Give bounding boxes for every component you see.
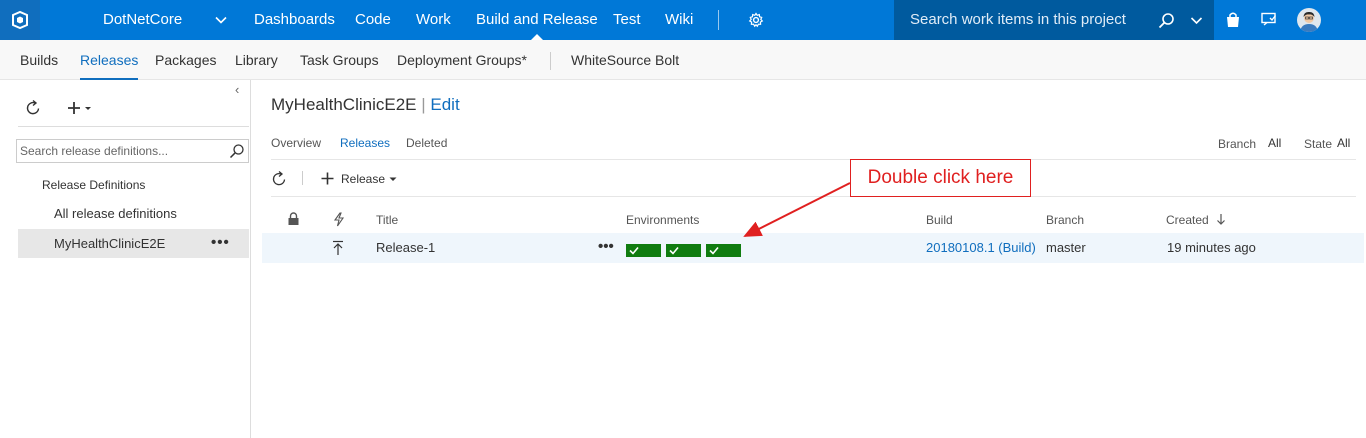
collapse-pane-icon[interactable]: ‹ — [235, 82, 239, 97]
feedback-icon[interactable] — [1260, 11, 1278, 29]
column-title[interactable]: Title — [376, 213, 398, 227]
nav-test[interactable]: Test — [613, 0, 641, 40]
nav-code[interactable]: Code — [355, 0, 391, 40]
refresh-icon[interactable] — [271, 170, 288, 187]
avatar[interactable] — [1297, 8, 1321, 32]
tab-library[interactable]: Library — [235, 40, 278, 80]
nav-divider — [718, 10, 719, 30]
nav-build-and-release[interactable]: Build and Release — [476, 0, 598, 40]
tab-packages[interactable]: Packages — [155, 40, 216, 80]
search-placeholder: Search work items in this project — [910, 11, 1126, 28]
nav-wiki[interactable]: Wiki — [665, 0, 693, 40]
project-name[interactable]: DotNetCore — [103, 0, 182, 40]
tab-whitesource-bolt[interactable]: WhiteSource Bolt — [571, 40, 679, 80]
refresh-icon[interactable] — [25, 99, 42, 116]
build-link[interactable]: 20180108.1 (Build) — [926, 233, 1036, 263]
state-filter-label: State — [1304, 137, 1333, 151]
search-definitions-placeholder: Search release definitions... — [20, 144, 169, 158]
plus-icon — [321, 172, 334, 185]
chevron-down-icon[interactable] — [214, 13, 228, 27]
nav-dashboards[interactable]: Dashboards — [254, 0, 335, 40]
more-actions-icon[interactable]: ••• — [598, 233, 614, 261]
release-title[interactable]: Release-1 — [376, 233, 435, 263]
annotation-callout: Double click here — [850, 159, 1031, 197]
column-environments[interactable]: Environments — [626, 213, 699, 227]
branch-filter-label: Branch — [1218, 137, 1257, 151]
state-filter-value[interactable]: All — [1337, 136, 1350, 150]
tab-task-groups[interactable]: Task Groups — [300, 40, 379, 80]
caret-down-icon — [389, 177, 397, 181]
release-branch: master — [1046, 240, 1086, 255]
lock-icon — [288, 212, 299, 225]
definition-item-myhealthclinice2e[interactable]: MyHealthClinicE2E ••• — [18, 229, 249, 258]
page-title: MyHealthClinicE2E | Edit — [271, 95, 460, 115]
table-row[interactable]: Release-1 ••• 20180108.1 (Build) master … — [262, 233, 1364, 263]
search-definitions-input[interactable]: Search release definitions... — [16, 139, 249, 163]
title-separator: | — [421, 95, 426, 114]
definition-title: MyHealthClinicE2E — [271, 95, 417, 114]
tabs-divider — [271, 159, 1356, 160]
marketplace-bag-icon[interactable] — [1224, 11, 1242, 29]
top-navigation-bar: DotNetCore Dashboards Code Work Build an… — [0, 0, 1366, 40]
sort-descending-icon — [1217, 214, 1225, 225]
gear-icon[interactable] — [748, 12, 764, 28]
tab-overview[interactable]: Overview — [271, 136, 321, 150]
column-branch[interactable]: Branch — [1046, 213, 1084, 227]
tab-deployment-groups[interactable]: Deployment Groups* — [397, 40, 527, 80]
search-icon[interactable] — [229, 143, 245, 159]
add-definition-button[interactable] — [67, 100, 93, 116]
vsts-logo-icon[interactable] — [0, 0, 40, 40]
environment-status-succeeded[interactable] — [626, 244, 661, 257]
branch-filter-value[interactable]: All — [1268, 136, 1281, 150]
nav-work[interactable]: Work — [416, 0, 451, 40]
chevron-down-icon[interactable] — [1190, 14, 1203, 27]
hub-navigation: Builds Releases Packages Library Task Gr… — [0, 40, 1366, 80]
trigger-lightning-icon — [333, 212, 345, 227]
subnav-divider — [550, 52, 551, 70]
release-definitions-pane: ‹ Search release definitions... Release … — [0, 80, 251, 438]
search-icon[interactable] — [1158, 12, 1175, 29]
edit-link[interactable]: Edit — [430, 95, 459, 114]
release-created: 19 minutes ago — [1167, 240, 1256, 255]
definition-item-label: MyHealthClinicE2E — [54, 236, 166, 251]
tab-deleted[interactable]: Deleted — [406, 136, 447, 150]
new-release-button[interactable]: Release — [320, 170, 398, 187]
work-item-search-box[interactable]: Search work items in this project — [894, 0, 1214, 40]
toolbar-bottom-divider — [271, 196, 1356, 197]
manual-trigger-icon — [333, 240, 343, 255]
column-build[interactable]: Build — [926, 213, 953, 227]
environment-status-succeeded[interactable] — [666, 244, 701, 257]
tab-releases-list[interactable]: Releases — [340, 136, 390, 150]
more-actions-icon[interactable]: ••• — [211, 229, 230, 256]
release-definitions-heading: Release Definitions — [42, 178, 146, 192]
new-release-label: Release — [341, 171, 386, 186]
tab-builds[interactable]: Builds — [20, 40, 58, 80]
pane-divider — [18, 126, 249, 127]
column-created[interactable]: Created — [1166, 213, 1226, 227]
toolbar-divider — [302, 171, 303, 185]
column-created-label: Created — [1166, 213, 1209, 227]
all-release-definitions-item[interactable]: All release definitions — [54, 206, 177, 221]
tab-releases[interactable]: Releases — [80, 40, 139, 80]
environment-status-succeeded[interactable] — [706, 244, 741, 257]
